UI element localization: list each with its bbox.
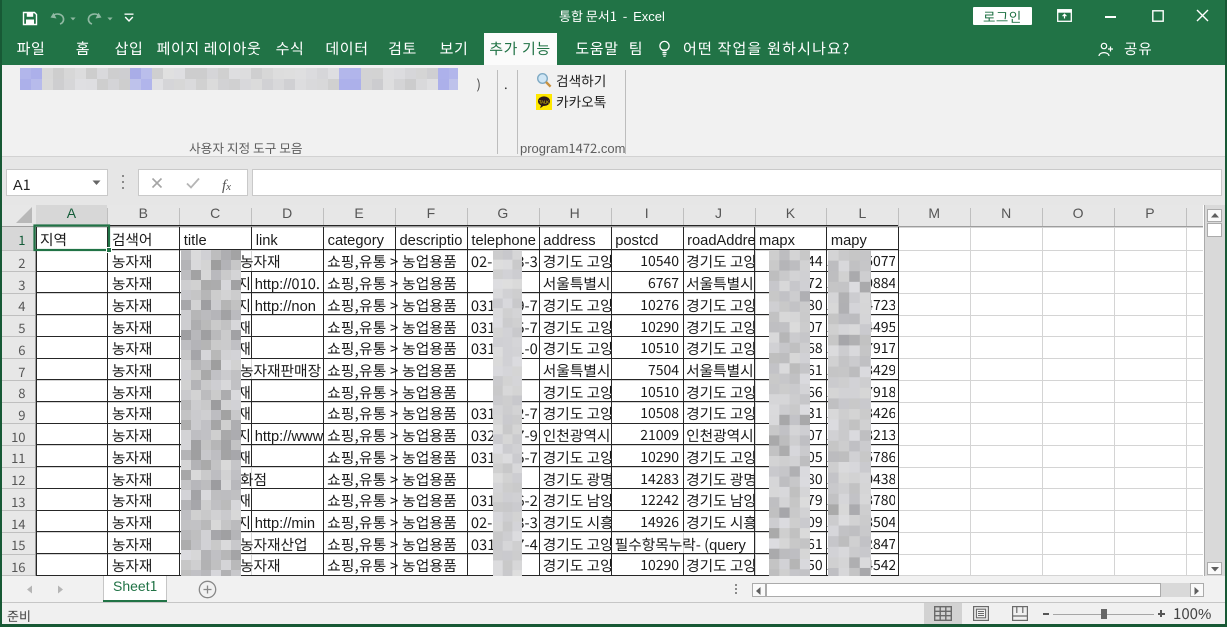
svg-text:TALK: TALK [539,99,549,104]
